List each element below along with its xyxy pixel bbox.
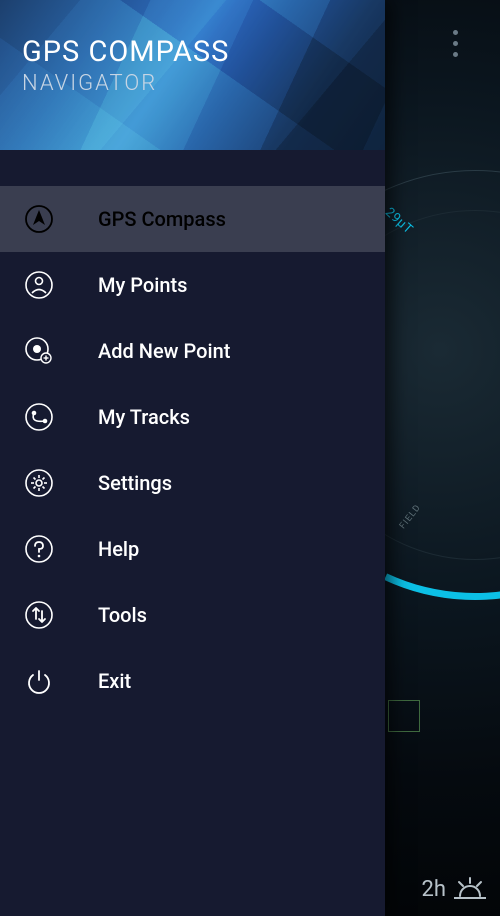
pin-user-icon — [22, 268, 56, 302]
menu-item-tracks[interactable]: My Tracks — [0, 384, 385, 450]
nav-arrow-icon — [22, 202, 56, 236]
gear-icon — [22, 466, 56, 500]
drawer-header: GPS COMPASS NAVIGATOR — [0, 0, 385, 150]
swap-icon — [22, 598, 56, 632]
menu-label-points: My Points — [98, 273, 187, 297]
sunset-countdown: 2h — [422, 876, 486, 902]
menu-label-exit: Exit — [98, 669, 131, 693]
menu-label-tracks: My Tracks — [98, 405, 190, 429]
menu-item-exit[interactable]: Exit — [0, 648, 385, 714]
navigation-drawer: GPS COMPASS NAVIGATOR GPS Compass — [0, 0, 385, 916]
pin-plus-icon — [22, 334, 56, 368]
menu-label-addpoint: Add New Point — [98, 339, 230, 363]
menu-item-help[interactable]: Help — [0, 516, 385, 582]
menu-label-help: Help — [98, 537, 139, 561]
menu-item-settings[interactable]: Settings — [0, 450, 385, 516]
menu-label-tools: Tools — [98, 603, 147, 627]
route-icon — [22, 400, 56, 434]
menu-item-addpoint[interactable]: Add New Point — [0, 318, 385, 384]
sunset-countdown-value: 2h — [422, 877, 446, 902]
overflow-menu-button[interactable] — [445, 22, 466, 65]
drawer-menu: GPS Compass My Points — [0, 150, 385, 714]
sunset-icon — [454, 876, 486, 902]
menu-item-compass[interactable]: GPS Compass — [0, 186, 385, 252]
menu-item-tools[interactable]: Tools — [0, 582, 385, 648]
power-icon — [22, 664, 56, 698]
menu-label-compass: GPS Compass — [98, 207, 226, 231]
menu-label-settings: Settings — [98, 471, 172, 495]
menu-item-points[interactable]: My Points — [0, 252, 385, 318]
question-icon — [22, 532, 56, 566]
app-title: GPS COMPASS — [22, 36, 363, 69]
target-square — [388, 700, 420, 732]
app-subtitle: NAVIGATOR — [22, 71, 363, 96]
